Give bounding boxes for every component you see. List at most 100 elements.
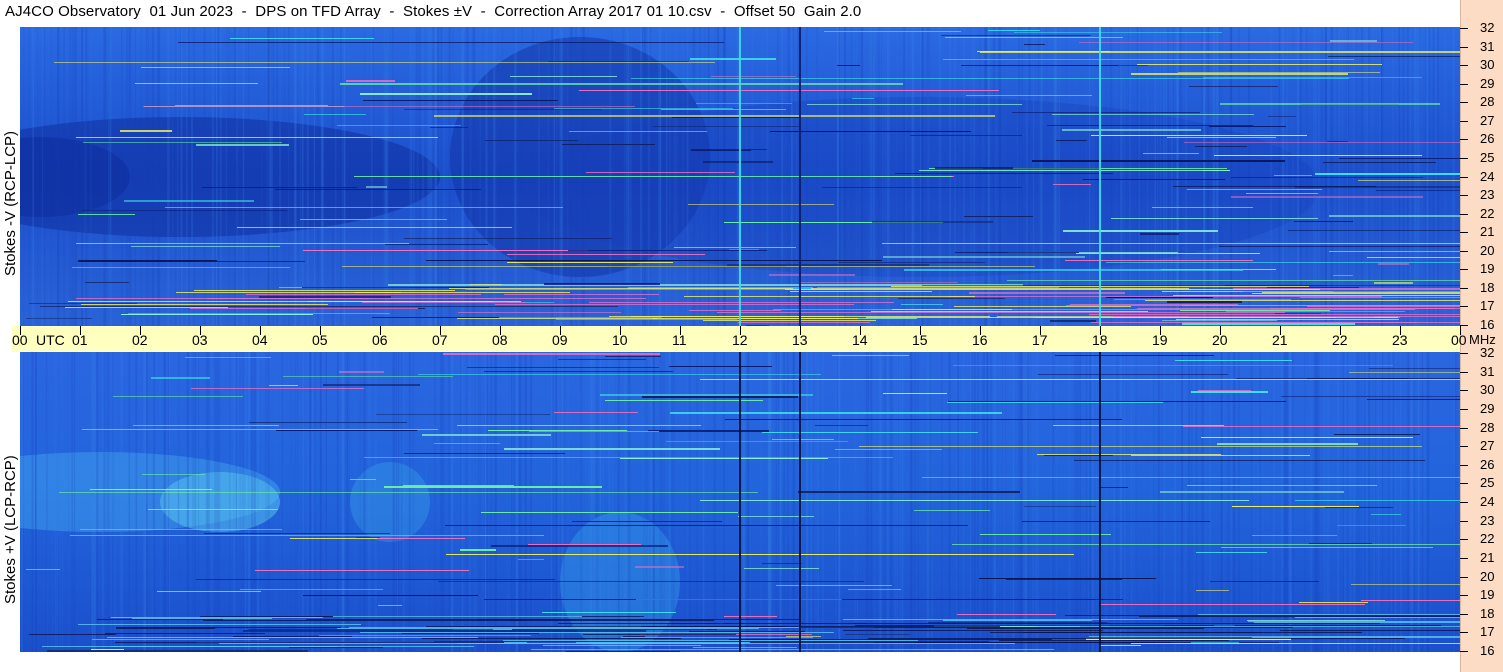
time-tick-label: 02 [132,332,148,348]
frequency-tick-mark [1460,632,1468,633]
frequency-tick-mark [1460,121,1468,122]
frequency-tick-mark [1460,428,1468,429]
frequency-tick-mark [1460,595,1468,596]
frequency-tick-label: 32 [1480,345,1495,360]
frequency-tick-label: 18 [1480,606,1495,621]
frequency-tick-mark [1460,409,1468,410]
frequency-tick-label: 17 [1480,298,1495,313]
frequency-tick-mark [1460,651,1468,652]
frequency-tick-label: 32 [1480,20,1495,35]
time-tick-label: 06 [372,332,388,348]
frequency-tick-mark [1460,65,1468,66]
time-tick-label: 21 [1272,332,1288,348]
frequency-tick-mark [1460,28,1468,29]
frequency-tick-label: 31 [1480,39,1495,54]
frequency-tick-label: 24 [1480,494,1495,509]
spectrogram-bottom-panel [20,352,1460,652]
frequency-tick-label: 22 [1480,531,1495,546]
frequency-tick-mark [1460,353,1468,354]
frequency-tick-mark [1460,483,1468,484]
frequency-tick-label: 21 [1480,550,1495,565]
frequency-tick-mark [1460,288,1468,289]
frequency-tick-mark [1460,251,1468,252]
frequency-tick-mark [1460,139,1468,140]
frequency-tick-mark [1460,521,1468,522]
frequency-tick-mark [1460,177,1468,178]
frequency-tick-label: 31 [1480,364,1495,379]
bottom-panel-ylabel: Stokes +V (LCP-RCP) [2,455,19,604]
time-tick-label: 17 [1032,332,1048,348]
frequency-tick-mark [1460,390,1468,391]
time-tick-label: 09 [552,332,568,348]
frequency-tick-mark [1460,372,1468,373]
time-tick-label: 23 [1392,332,1408,348]
frequency-tick-mark [1460,577,1468,578]
frequency-tick-label: 16 [1480,643,1495,658]
frequency-tick-mark [1460,195,1468,196]
frequency-tick-mark [1460,502,1468,503]
frequency-tick-mark [1460,232,1468,233]
frequency-tick-mark [1460,269,1468,270]
frequency-tick-label: 30 [1480,382,1495,397]
time-tick-label: 18 [1092,332,1108,348]
frequency-tick-mark [1460,102,1468,103]
time-tick-label: 01 [72,332,88,348]
chart-title: AJ4CO Observatory 01 Jun 2023 - DPS on T… [5,3,862,20]
frequency-tick-label: 27 [1480,438,1495,453]
frequency-tick-label: 29 [1480,401,1495,416]
time-tick-label: 00 [12,332,28,348]
time-tick-label: 14 [852,332,868,348]
frequency-tick-label: 22 [1480,206,1495,221]
frequency-tick-mark [1460,158,1468,159]
time-tick-label: 04 [252,332,268,348]
time-tick-label: 03 [192,332,208,348]
frequency-tick-mark [1460,214,1468,215]
frequency-tick-label: 28 [1480,94,1495,109]
frequency-tick-mark [1460,558,1468,559]
frequency-tick-label: 23 [1480,513,1495,528]
frequency-tick-mark [1460,614,1468,615]
frequency-tick-label: 17 [1480,624,1495,639]
time-tick-label: 12 [732,332,748,348]
time-tick-label: 19 [1152,332,1168,348]
spectrogram-image [20,352,1460,652]
time-tick-label: 00 [1451,332,1467,348]
frequency-tick-label: 19 [1480,261,1495,276]
time-tick-label: 15 [912,332,928,348]
frequency-tick-mark [1460,539,1468,540]
spectrogram-image [20,27,1460,326]
time-tick-label: 05 [312,332,328,348]
time-unit-label: UTC [36,332,65,348]
time-tick-label: 13 [792,332,808,348]
time-tick-label: 20 [1212,332,1228,348]
frequency-tick-label: 23 [1480,187,1495,202]
frequency-tick-label: 19 [1480,587,1495,602]
frequency-tick-mark [1460,306,1468,307]
frequency-tick-label: 25 [1480,475,1495,490]
spectrogram-top-panel [20,27,1460,326]
frequency-tick-label: 20 [1480,569,1495,584]
time-tick-label: 08 [492,332,508,348]
time-tick-label: 22 [1332,332,1348,348]
frequency-tick-mark [1460,325,1468,326]
time-axis-bar: 00 01 02 03 04 05 06 07 08 09 10 11 12 13 14 15 16 17 18 19… [12,326,1496,352]
time-tick-label: 16 [972,332,988,348]
frequency-tick-label: 26 [1480,457,1495,472]
frequency-tick-label: 27 [1480,113,1495,128]
time-tick-label: 07 [432,332,448,348]
frequency-tick-label: 16 [1480,317,1495,332]
frequency-tick-label: 28 [1480,420,1495,435]
frequency-tick-mark [1460,446,1468,447]
frequency-tick-mark [1460,47,1468,48]
frequency-tick-label: 30 [1480,57,1495,72]
frequency-tick-label: 20 [1480,243,1495,258]
time-tick-label: 10 [612,332,628,348]
time-tick-label: 11 [672,332,687,348]
frequency-tick-label: 26 [1480,131,1495,146]
frequency-tick-label: 21 [1480,224,1495,239]
frequency-tick-mark [1460,84,1468,85]
frequency-tick-mark [1460,465,1468,466]
frequency-tick-label: 29 [1480,76,1495,91]
top-panel-ylabel: Stokes -V (RCP-LCP) [2,130,19,276]
frequency-tick-label: 25 [1480,150,1495,165]
